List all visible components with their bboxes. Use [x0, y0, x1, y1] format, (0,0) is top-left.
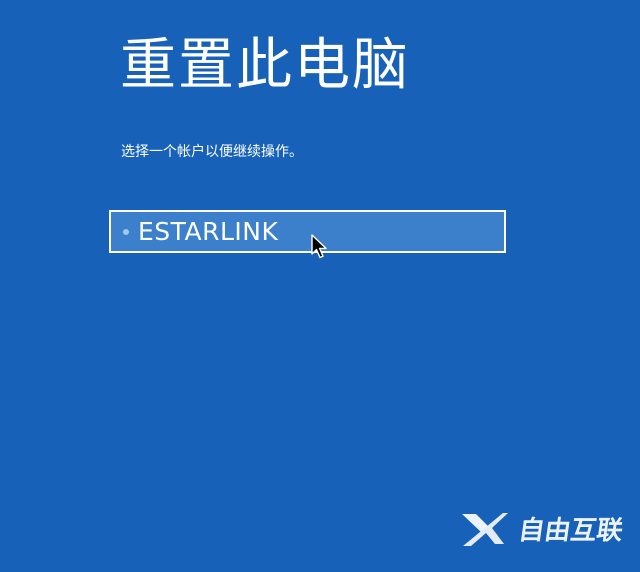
bullet-dot-icon: [123, 228, 129, 235]
watermark-text: 自由互联: [516, 516, 625, 546]
watermark-logo: 自由互联: [459, 510, 625, 547]
x-logo-icon: [461, 512, 508, 546]
instruction-text: 选择一个帐户以便继续操作。: [121, 144, 303, 160]
account-label: ESTARLINK: [138, 217, 279, 246]
page-title: 重置此电脑: [120, 33, 410, 98]
mouse-pointer-icon: [311, 234, 327, 259]
account-item-estarlink[interactable]: ESTARLINK: [109, 210, 506, 253]
